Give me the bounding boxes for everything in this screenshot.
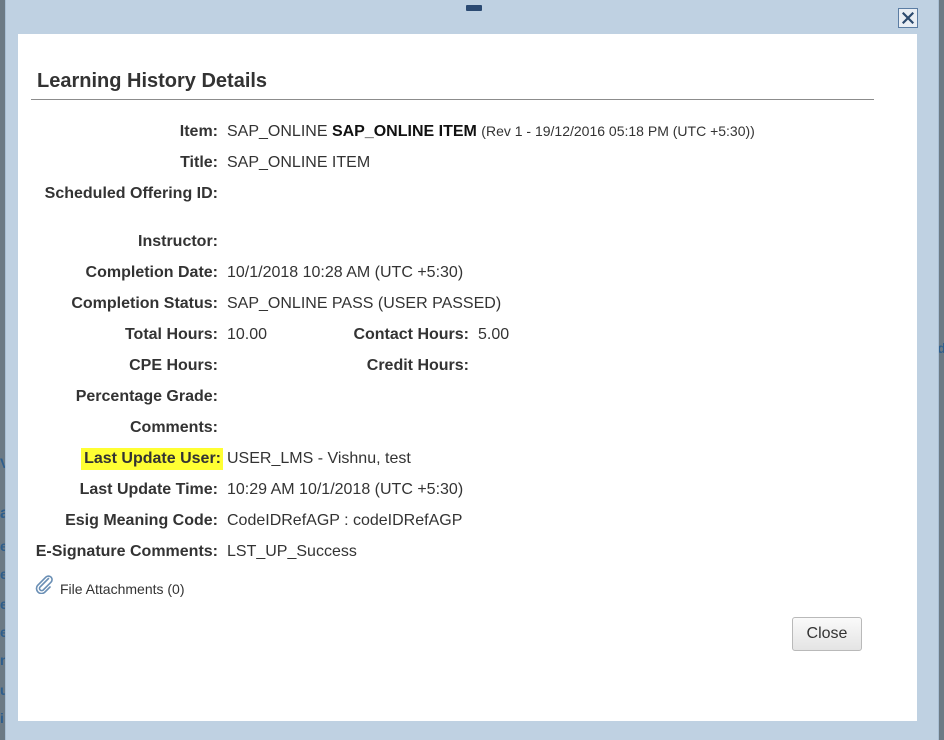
esig-meaning-code-row: Esig Meaning Code: CodeIDRefAGP : codeID… [18,512,888,536]
comments-label: Comments: [129,419,218,436]
file-attachments-label: File Attachments (0) [60,581,185,597]
completion-status-label: Completion Status: [71,295,218,312]
esignature-comments-value: LST_UP_Success [227,543,357,560]
title-row: Title: SAP_ONLINE ITEM [18,154,888,178]
last-update-time-label: Last Update Time: [79,481,218,498]
item-value: SAP_ONLINE SAP_ONLINE ITEM (Rev 1 - 19/1… [227,123,755,141]
completion-date-label: Completion Date: [85,264,218,281]
title-divider [31,99,874,100]
item-code: SAP_ONLINE [227,123,328,140]
cpe-credit-row: CPE Hours: Credit Hours: [18,357,888,381]
background-text-fragment: i [0,710,4,726]
percentage-grade-label: Percentage Grade: [75,388,218,405]
comments-row: Comments: [18,419,888,443]
file-attachments[interactable]: File Attachments (0) [34,574,185,597]
title-label: Title: [180,154,218,171]
scheduled-offering-id-row: Scheduled Offering ID: [18,185,888,209]
cpe-hours-label: CPE Hours: [129,357,218,374]
paperclip-icon [34,574,60,597]
esignature-comments-row: E-Signature Comments: LST_UP_Success [18,543,888,567]
percentage-grade-row: Percentage Grade: [18,388,888,412]
close-icon[interactable] [898,8,918,28]
hours-row: Total Hours: 10.00 Contact Hours: 5.00 [18,326,888,350]
total-hours-label: Total Hours: [124,326,218,343]
completion-date-value: 10/1/2018 10:28 AM (UTC +5:30) [227,264,464,281]
scheduled-offering-id-label: Scheduled Offering ID: [44,185,218,202]
last-update-user-label: Last Update User: [81,448,223,470]
close-button[interactable]: Close [792,617,862,651]
esig-meaning-code-label: Esig Meaning Code: [65,512,218,529]
completion-status-row: Completion Status: SAP_ONLINE PASS (USER… [18,295,888,319]
completion-date-row: Completion Date: 10/1/2018 10:28 AM (UTC… [18,264,888,288]
dialog-body: Learning History Details Item: SAP_ONLIN… [18,34,917,721]
item-revision: (Rev 1 - 19/12/2016 05:18 PM (UTC +5:30)… [481,123,755,139]
last-update-user-row: Last Update User: USER_LMS - Vishnu, tes… [18,448,888,474]
credit-hours-label: Credit Hours: [366,357,469,374]
esig-meaning-code-value: CodeIDRefAGP : codeIDRefAGP [227,512,463,529]
title-value: SAP_ONLINE ITEM [227,154,371,171]
last-update-time-value: 10:29 AM 10/1/2018 (UTC +5:30) [227,481,464,498]
esignature-comments-label: E-Signature Comments: [35,543,218,560]
contact-hours-value: 5.00 [478,326,510,343]
item-label: Item: [179,123,218,140]
instructor-row: Instructor: [18,233,888,257]
completion-status-value: SAP_ONLINE PASS (USER PASSED) [227,295,502,312]
contact-hours-label: Contact Hours: [353,326,469,343]
dialog-title: Learning History Details [37,70,268,92]
item-row: Item: SAP_ONLINE SAP_ONLINE ITEM (Rev 1 … [18,123,888,147]
item-name: SAP_ONLINE ITEM [331,123,477,140]
total-hours-value: 10.00 [227,326,268,343]
last-update-time-row: Last Update Time: 10:29 AM 10/1/2018 (UT… [18,481,888,505]
instructor-label: Instructor: [138,233,218,250]
drag-handle[interactable] [466,5,482,11]
last-update-user-value: USER_LMS - Vishnu, test [227,450,411,467]
